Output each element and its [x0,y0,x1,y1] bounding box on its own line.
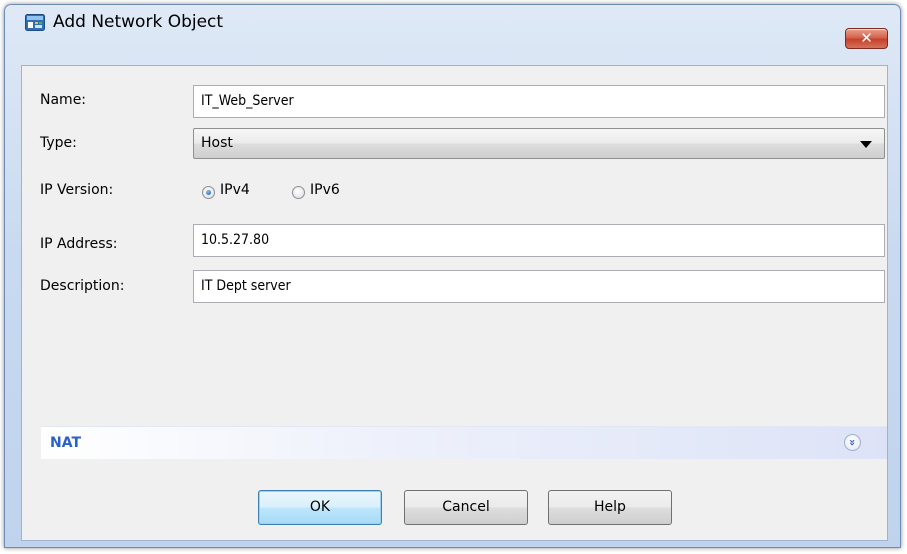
ipv4-radio-label[interactable]: IPv4 [220,182,250,198]
name-field[interactable]: IT_Web_Server [193,85,885,118]
name-label: Name: [40,92,87,108]
cancel-button[interactable]: Cancel [404,490,528,525]
ip-version-label: IP Version: [40,182,114,198]
title-bar[interactable]: Add Network Object ✕ [5,5,900,49]
ipv6-radio[interactable] [292,186,305,199]
nat-section-header[interactable]: NAT » [41,426,887,459]
nat-label: NAT [50,435,82,451]
ip-address-label: IP Address: [40,236,118,252]
help-button[interactable]: Help [548,490,672,525]
expand-glyph: » [845,438,859,447]
chevron-down-icon [860,141,872,148]
add-network-object-dialog: Add Network Object ✕ Name: IT_Web_Server… [4,4,901,548]
ipv4-radio[interactable] [202,186,215,199]
dialog-content: Name: IT_Web_Server Type: Host IP Versio… [21,65,888,541]
close-button[interactable]: ✕ [845,28,888,49]
network-object-icon [25,14,45,31]
ipv6-radio-label[interactable]: IPv6 [310,182,340,198]
description-label: Description: [40,278,125,294]
type-select-value: Host [201,135,233,151]
close-icon: ✕ [860,29,873,47]
radio-selected-dot [206,190,211,195]
type-label: Type: [40,135,77,151]
type-select[interactable]: Host [193,128,885,159]
description-field[interactable]: IT Dept server [193,270,885,303]
window-title: Add Network Object [53,12,224,32]
ip-address-field[interactable]: 10.5.27.80 [193,224,885,257]
double-chevron-down-icon[interactable]: » [844,434,861,451]
ok-button[interactable]: OK [258,490,382,525]
